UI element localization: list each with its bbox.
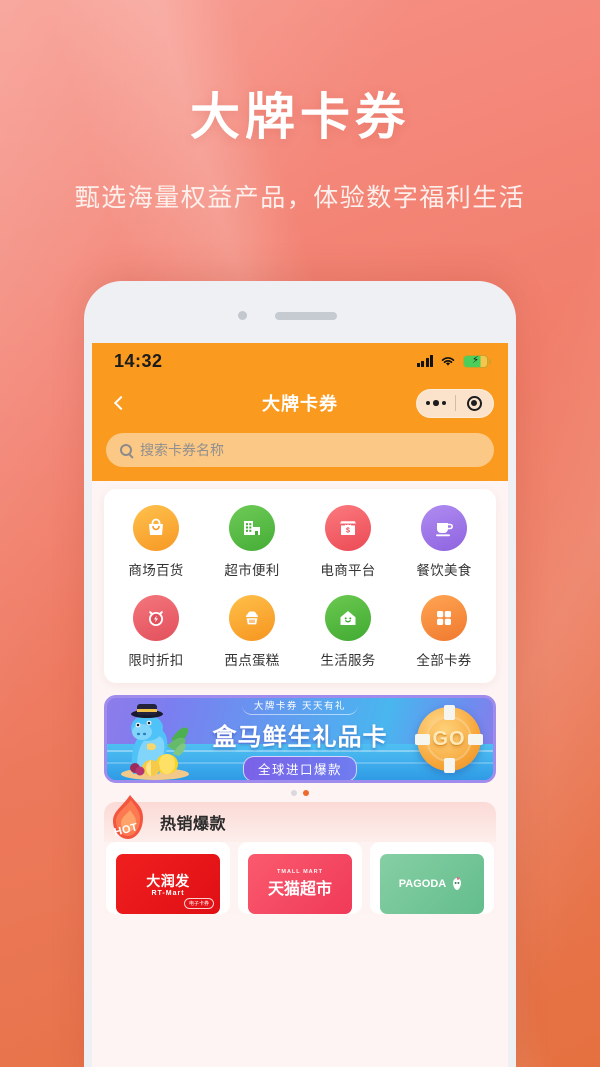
banner-tag: 大牌卡券 天天有礼 <box>241 698 359 715</box>
svg-text:$: $ <box>346 528 350 535</box>
category-item-all[interactable]: 全部卡券 <box>396 595 492 669</box>
category-row-1: 商场百货 超市便利 $ 电商平台 餐饮美食 <box>108 505 492 579</box>
poster-header: 大牌卡券 甄选海量权益产品，体验数字福利生活 <box>0 0 600 214</box>
category-row-2: 限时折扣 西点蛋糕 生活服务 全部卡券 <box>108 595 492 669</box>
signal-bars-icon <box>416 355 433 367</box>
category-item-discount[interactable]: 限时折扣 <box>108 595 204 669</box>
category-label: 电商平台 <box>320 563 376 578</box>
hot-section: HOT 热销爆款 大润发 RT-Mart 电子卡券 TMALL MART 天猫超… <box>104 795 496 914</box>
life-ring-stripe <box>468 733 483 745</box>
search-input[interactable]: 搜索卡券名称 <box>106 433 494 467</box>
battery-bolt-glyph: ⚡ <box>471 355 480 366</box>
category-item-mall[interactable]: 商场百货 <box>108 505 204 579</box>
coffee-cup-icon <box>421 505 467 551</box>
carousel-dot[interactable] <box>291 790 297 796</box>
carousel-dot-active[interactable] <box>303 790 309 796</box>
category-label: 全部卡券 <box>416 653 472 668</box>
back-button[interactable] <box>106 390 132 416</box>
brand-name: 大润发 <box>146 873 190 889</box>
status-indicators: ⚡ <box>416 354 491 368</box>
banner-title: 盒马鲜生礼品卡 <box>212 723 388 751</box>
category-label: 西点蛋糕 <box>224 653 280 668</box>
promo-page: 大牌卡券 甄选海量权益产品，体验数字福利生活 14:32 ⚡ 大牌卡券 搜索卡券… <box>0 0 600 1067</box>
giftcard-image-tmall: TMALL MART 天猫超市 <box>248 854 352 914</box>
alarm-clock-icon <box>133 595 179 641</box>
category-label: 商场百货 <box>128 563 184 578</box>
status-bar: 14:32 ⚡ <box>92 343 508 379</box>
building-store-icon <box>229 505 275 551</box>
nav-bar: 大牌卡券 <box>92 379 508 427</box>
banner-go-button[interactable]: GO <box>415 705 483 773</box>
chevron-left-icon <box>113 395 128 411</box>
category-item-dining[interactable]: 餐饮美食 <box>396 505 492 579</box>
phone-bezel-top <box>84 281 516 343</box>
miniprogram-capsule[interactable] <box>416 388 494 418</box>
banner-carousel: 大牌卡券 天天有礼 盒马鲜生礼品卡 全球进口爆款 GO <box>104 695 496 796</box>
wifi-icon <box>441 357 455 366</box>
category-item-services[interactable]: 生活服务 <box>300 595 396 669</box>
cupcake-icon <box>229 595 275 641</box>
product-card-rtmart[interactable]: 大润发 RT-Mart 电子卡券 <box>106 842 230 914</box>
giftcard-image-pagoda: PAGODA <box>380 854 484 914</box>
brand-sub: RT-Mart <box>151 890 185 897</box>
brand-name: 天猫超市 <box>267 881 332 898</box>
front-camera-icon <box>238 311 247 320</box>
banner-subtitle: 全球进口爆款 <box>242 755 357 780</box>
storefront-icon: $ <box>325 505 371 551</box>
carousel-dots <box>104 790 496 796</box>
life-ring-stripe <box>415 733 430 745</box>
life-ring-stripe <box>443 758 455 773</box>
home-smile-icon <box>325 595 371 641</box>
brand-logo: TMALL MART 天猫超市 <box>268 869 332 899</box>
shopping-bag-icon <box>133 505 179 551</box>
pagoda-mascot-icon <box>453 876 462 890</box>
brand-logo: PAGODA <box>399 876 465 892</box>
brand-logo: 大润发 RT-Mart <box>146 871 190 897</box>
category-grid: 商场百货 超市便利 $ 电商平台 餐饮美食 限时折扣 西点蛋糕 生活服务 全部卡… <box>104 489 496 683</box>
hippo-mascot-icon <box>121 704 189 780</box>
page-subtitle: 甄选海量权益产品，体验数字福利生活 <box>74 184 526 212</box>
banner-slide[interactable]: 大牌卡券 天天有礼 盒马鲜生礼品卡 全球进口爆款 GO <box>104 695 496 783</box>
category-label: 生活服务 <box>320 653 376 668</box>
brand-name: PAGODA <box>398 878 447 890</box>
search-section: 搜索卡券名称 <box>92 427 508 481</box>
more-dots-icon[interactable] <box>417 400 455 406</box>
page-title: 大牌卡券 <box>190 89 410 145</box>
grid-squares-icon <box>421 595 467 641</box>
phone-screen: 14:32 ⚡ 大牌卡券 搜索卡券名称 商场百货 超市便利 $ 电商平台 餐饮美… <box>92 343 508 1067</box>
hot-section-title: 热销爆款 <box>160 816 227 833</box>
go-label: GO <box>432 727 466 750</box>
phone-mockup: 14:32 ⚡ 大牌卡券 搜索卡券名称 商场百货 超市便利 $ 电商平台 餐饮美… <box>84 281 516 1067</box>
status-time: 14:32 <box>114 350 163 371</box>
target-circle-icon[interactable] <box>456 395 494 411</box>
search-icon <box>120 444 132 456</box>
category-item-supermarket[interactable]: 超市便利 <box>204 505 300 579</box>
earpiece-speaker <box>275 312 337 320</box>
product-card-tmall[interactable]: TMALL MART 天猫超市 <box>238 842 362 914</box>
hot-card-list: 大润发 RT-Mart 电子卡券 TMALL MART 天猫超市 PAGODA <box>104 842 496 914</box>
life-ring-stripe <box>443 705 455 720</box>
category-item-ecommerce[interactable]: $ 电商平台 <box>300 505 396 579</box>
category-item-bakery[interactable]: 西点蛋糕 <box>204 595 300 669</box>
giftcard-image-rtmart: 大润发 RT-Mart 电子卡券 <box>116 854 220 914</box>
battery-charging-icon: ⚡ <box>463 354 491 368</box>
category-label: 超市便利 <box>224 563 280 578</box>
category-label: 限时折扣 <box>128 653 184 668</box>
hot-section-header: 热销爆款 <box>104 802 496 842</box>
product-card-pagoda[interactable]: PAGODA <box>370 842 494 914</box>
search-placeholder: 搜索卡券名称 <box>140 442 224 458</box>
card-badge: 电子卡券 <box>183 898 214 909</box>
brand-sub: TMALL MART <box>277 869 323 875</box>
category-label: 餐饮美食 <box>416 563 472 578</box>
